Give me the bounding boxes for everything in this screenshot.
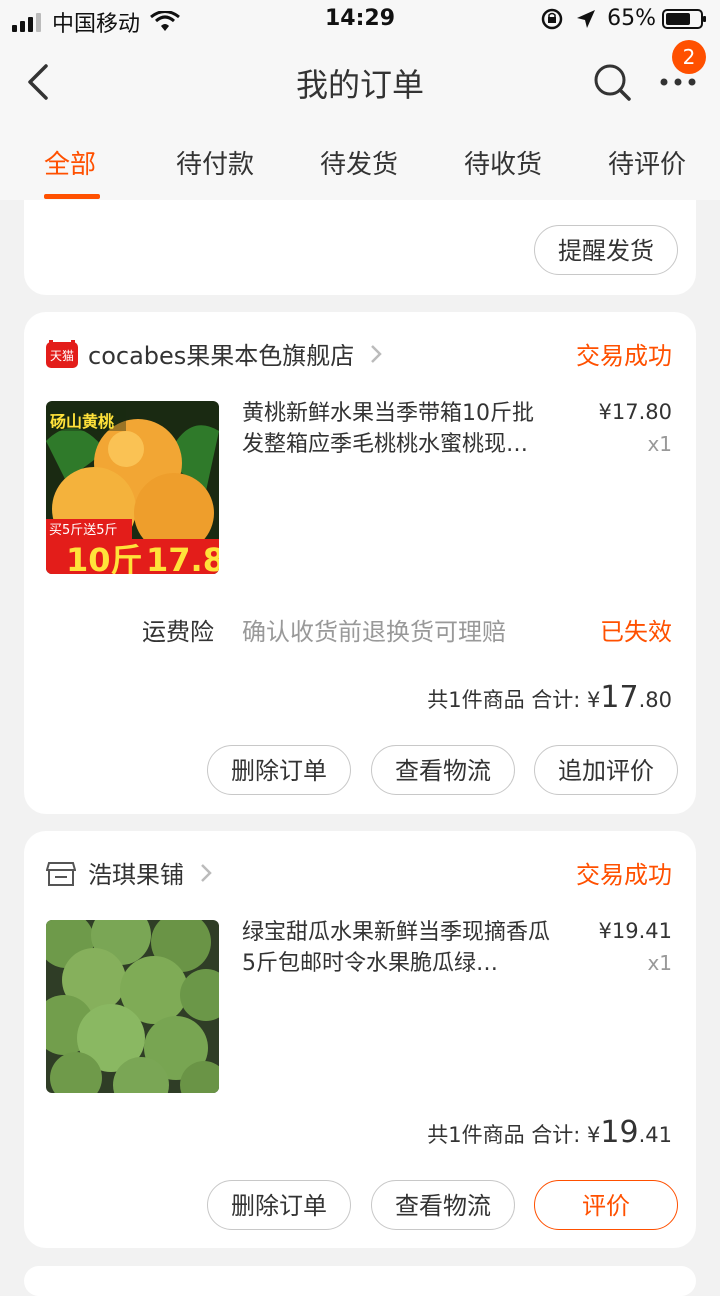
order-card: 浩琪果铺 交易成功 绿宝甜瓜水果新鲜当季现摘香瓜5斤包邮时令水果脆瓜绿… ¥19… [24, 831, 696, 1248]
tab-pending-review[interactable]: 待评价 [608, 144, 686, 181]
insurance-description: 确认收货前退换货可理赔 [242, 618, 506, 646]
delete-order-button[interactable]: 删除订单 [207, 745, 351, 795]
peach-thumbnail-art: 砀山黄桃 买5斤送5斤 10斤 17.8 [46, 401, 219, 574]
total-prefix: 共1件商品 合计: ¥ [427, 688, 601, 712]
product-quantity: x1 [647, 951, 672, 975]
tmall-icon: 天猫 [46, 339, 78, 368]
order-total: 共1件商品 合计: ¥17.80 [427, 680, 672, 715]
product-price: ¥19.41 [598, 919, 672, 943]
delete-order-button[interactable]: 删除订单 [207, 1180, 351, 1230]
remind-shipment-button[interactable]: 提醒发货 [534, 225, 678, 275]
order-card-partial: 提醒发货 [24, 200, 696, 295]
thumb-caption: 砀山黄桃 [50, 412, 114, 431]
total-integer: 17 [600, 680, 639, 715]
add-review-button[interactable]: 追加评价 [534, 745, 678, 795]
status-bar: 中国移动 14:29 65% [0, 0, 720, 40]
review-button[interactable]: 评价 [534, 1180, 678, 1230]
thumb-promo: 买5斤送5斤 [49, 523, 118, 538]
shop-name: cocabes果果本色旗舰店 [88, 342, 355, 370]
product-title[interactable]: 黄桃新鲜水果当季带箱10斤批发整箱应季毛桃桃水蜜桃现… [242, 398, 554, 460]
shop-header[interactable]: 天猫 cocabes果果本色旗舰店 [46, 336, 386, 371]
order-status: 交易成功 [576, 342, 672, 370]
order-total: 共1件商品 合计: ¥19.41 [427, 1115, 672, 1150]
location-arrow-icon [577, 9, 596, 28]
chevron-right-icon [371, 344, 383, 363]
active-tab-indicator [44, 194, 100, 199]
total-decimal: .80 [638, 688, 672, 712]
melon-thumbnail-art [46, 920, 219, 1093]
total-integer: 19 [600, 1115, 639, 1150]
product-image[interactable] [46, 920, 219, 1093]
chevron-right-icon [201, 863, 212, 882]
store-icon [46, 861, 76, 886]
order-status: 交易成功 [576, 861, 672, 889]
insurance-status: 已失效 [600, 618, 672, 646]
tab-pending-payment[interactable]: 待付款 [176, 144, 254, 181]
thumb-weight: 10斤 [66, 541, 143, 574]
order-card: 天猫 cocabes果果本色旗舰店 交易成功 砀山黄桃 买5斤送5斤 10斤 1… [24, 312, 696, 814]
order-tabs: 全部 待付款 待发货 待收货 待评价 [0, 124, 720, 200]
total-prefix: 共1件商品 合计: ¥ [427, 1123, 601, 1147]
nav-bar: 我的订单 [0, 40, 720, 124]
lock-rotation-icon [541, 8, 563, 29]
tab-pending-shipment[interactable]: 待发货 [320, 144, 398, 181]
view-logistics-button[interactable]: 查看物流 [371, 745, 515, 795]
product-quantity: x1 [647, 432, 672, 456]
shop-header[interactable]: 浩琪果铺 [46, 855, 216, 890]
total-decimal: .41 [638, 1123, 672, 1147]
product-title[interactable]: 绿宝甜瓜水果新鲜当季现摘香瓜5斤包邮时令水果脆瓜绿… [242, 917, 554, 979]
tab-all[interactable]: 全部 [44, 144, 96, 181]
tab-pending-receipt[interactable]: 待收货 [464, 144, 542, 181]
order-card-next [24, 1266, 696, 1296]
svg-text:天猫: 天猫 [50, 349, 74, 363]
thumb-price: 17.8 [146, 541, 219, 574]
product-image[interactable]: 砀山黄桃 买5斤送5斤 10斤 17.8 [46, 401, 219, 574]
shop-name: 浩琪果铺 [88, 861, 184, 889]
battery-icon [662, 8, 706, 29]
search-icon[interactable] [592, 62, 632, 102]
notification-badge: 2 [672, 40, 706, 74]
view-logistics-button[interactable]: 查看物流 [371, 1180, 515, 1230]
product-price: ¥17.80 [598, 400, 672, 424]
status-right: 65% [541, 6, 708, 31]
battery-percent: 65% [607, 6, 656, 31]
insurance-label: 运费险 [142, 618, 214, 646]
